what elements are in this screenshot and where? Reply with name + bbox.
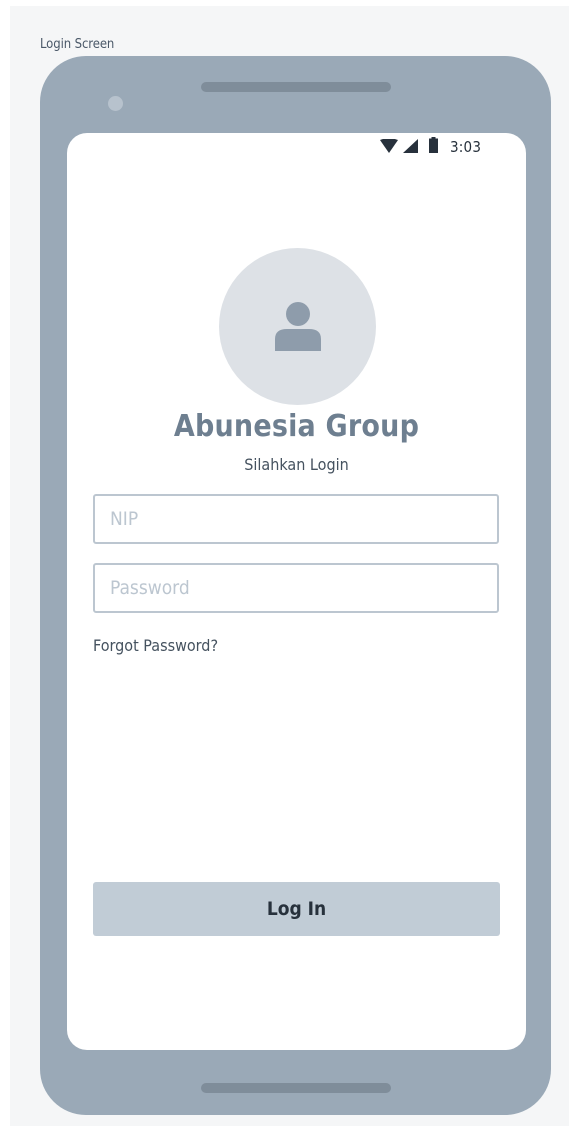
nip-input[interactable] [93,494,499,544]
wifi-icon [380,137,398,157]
camera-dot [108,96,123,111]
battery-icon [429,137,438,157]
cellular-signal-icon [403,138,418,157]
password-input[interactable] [93,563,499,613]
login-button[interactable]: Log In [93,882,500,936]
login-subtitle: Silahkan Login [244,455,349,474]
status-bar: 3:03 [380,135,481,159]
forgot-password-link[interactable]: Forgot Password? [93,636,218,655]
avatar [219,248,376,405]
home-indicator [201,1083,391,1093]
status-time: 3:03 [450,138,482,156]
company-name: Abunesia Group [173,409,420,444]
screen-label: Login Screen [40,37,115,52]
speaker-grille [201,82,391,92]
